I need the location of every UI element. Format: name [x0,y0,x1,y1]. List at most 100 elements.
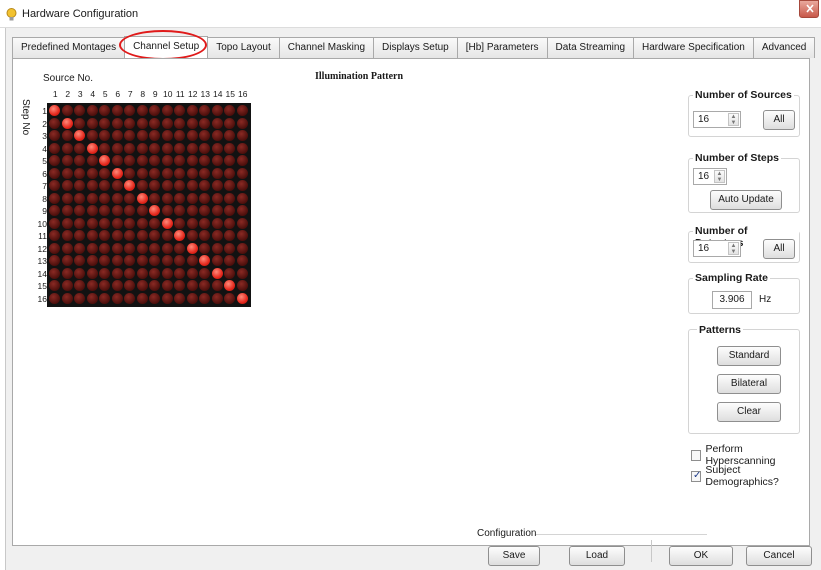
led-inactive[interactable] [199,142,210,154]
led-inactive[interactable] [86,130,98,141]
led-inactive[interactable] [124,142,135,154]
led-inactive[interactable] [211,255,223,266]
led-inactive[interactable] [99,167,110,179]
led-inactive[interactable] [124,230,135,241]
led-inactive[interactable] [86,180,98,191]
led-inactive[interactable] [49,242,60,254]
led-inactive[interactable] [49,292,60,304]
led-inactive[interactable] [74,217,85,229]
led-inactive[interactable] [111,117,123,129]
led-inactive[interactable] [99,117,110,129]
led-active[interactable] [124,180,135,191]
led-active[interactable] [136,192,148,204]
led-inactive[interactable] [149,155,160,166]
led-inactive[interactable] [236,242,248,254]
led-inactive[interactable] [86,167,98,179]
led-inactive[interactable] [74,242,85,254]
led-inactive[interactable] [174,155,185,166]
spin-arrows-icon[interactable]: ▲ ▼ [728,242,739,255]
led-inactive[interactable] [161,192,173,204]
led-inactive[interactable] [74,142,85,154]
led-inactive[interactable] [86,192,98,204]
led-inactive[interactable] [161,242,173,254]
led-inactive[interactable] [161,130,173,141]
led-inactive[interactable] [136,267,148,279]
led-active[interactable] [224,280,235,291]
led-inactive[interactable] [111,105,123,116]
led-active[interactable] [186,242,198,254]
led-inactive[interactable] [99,255,110,266]
led-inactive[interactable] [74,192,85,204]
led-inactive[interactable] [136,180,148,191]
led-inactive[interactable] [61,292,73,304]
led-inactive[interactable] [199,105,210,116]
led-inactive[interactable] [111,205,123,216]
led-inactive[interactable] [149,230,160,241]
led-inactive[interactable] [199,292,210,304]
led-inactive[interactable] [199,267,210,279]
led-inactive[interactable] [111,230,123,241]
led-inactive[interactable] [136,280,148,291]
led-inactive[interactable] [49,280,60,291]
led-inactive[interactable] [49,167,60,179]
led-inactive[interactable] [199,242,210,254]
led-inactive[interactable] [111,192,123,204]
led-inactive[interactable] [211,167,223,179]
bilateral-pattern-button[interactable]: Bilateral [717,374,781,394]
led-inactive[interactable] [224,130,235,141]
led-inactive[interactable] [61,142,73,154]
led-inactive[interactable] [99,205,110,216]
led-inactive[interactable] [224,180,235,191]
tab-displays-setup[interactable]: Displays Setup [373,37,458,58]
led-active[interactable] [49,105,60,116]
led-inactive[interactable] [236,230,248,241]
led-inactive[interactable] [49,155,60,166]
tab-advanced[interactable]: Advanced [752,37,816,58]
ok-button[interactable]: OK [669,546,733,566]
led-inactive[interactable] [186,205,198,216]
led-inactive[interactable] [224,155,235,166]
led-inactive[interactable] [49,130,60,141]
led-inactive[interactable] [124,292,135,304]
led-inactive[interactable] [174,142,185,154]
led-active[interactable] [174,230,185,241]
led-inactive[interactable] [136,217,148,229]
led-inactive[interactable] [124,217,135,229]
led-inactive[interactable] [161,155,173,166]
led-inactive[interactable] [61,280,73,291]
led-active[interactable] [99,155,110,166]
led-inactive[interactable] [174,180,185,191]
led-inactive[interactable] [236,255,248,266]
led-inactive[interactable] [224,255,235,266]
led-inactive[interactable] [161,230,173,241]
led-active[interactable] [161,217,173,229]
led-inactive[interactable] [74,205,85,216]
led-inactive[interactable] [74,255,85,266]
led-inactive[interactable] [186,230,198,241]
led-inactive[interactable] [136,142,148,154]
led-inactive[interactable] [99,142,110,154]
led-inactive[interactable] [236,192,248,204]
tab-hb-parameters[interactable]: [Hb] Parameters [456,37,548,58]
led-inactive[interactable] [199,205,210,216]
led-inactive[interactable] [99,267,110,279]
led-inactive[interactable] [61,255,73,266]
led-inactive[interactable] [61,205,73,216]
led-inactive[interactable] [211,105,223,116]
led-inactive[interactable] [99,230,110,241]
led-inactive[interactable] [111,280,123,291]
led-inactive[interactable] [199,230,210,241]
led-inactive[interactable] [161,105,173,116]
led-inactive[interactable] [136,242,148,254]
led-inactive[interactable] [161,205,173,216]
led-inactive[interactable] [111,255,123,266]
led-inactive[interactable] [161,267,173,279]
led-inactive[interactable] [161,292,173,304]
demographics-checkbox[interactable] [691,470,702,482]
led-inactive[interactable] [174,130,185,141]
hyperscanning-checkbox[interactable] [691,449,702,461]
led-inactive[interactable] [199,130,210,141]
led-inactive[interactable] [149,292,160,304]
led-inactive[interactable] [199,217,210,229]
led-inactive[interactable] [199,280,210,291]
